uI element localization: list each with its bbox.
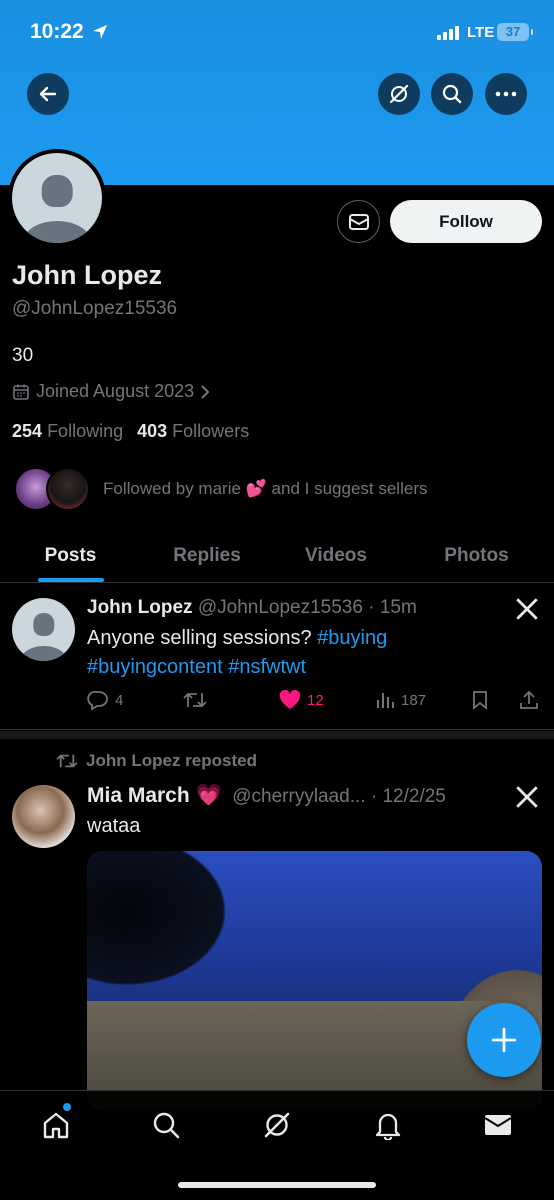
nav-notifications[interactable]	[368, 1105, 408, 1145]
nav-messages[interactable]	[478, 1105, 518, 1145]
joined-text: Joined August 2023	[36, 381, 195, 401]
nav-home[interactable]	[36, 1103, 76, 1145]
grok-button[interactable]	[378, 73, 420, 115]
followed-by-text: Followed by marie 💕 and I suggest seller…	[103, 479, 428, 498]
bell-icon	[375, 1113, 401, 1140]
followers-stat[interactable]: 403 Followers	[137, 421, 249, 442]
post-meta: @cherryylaad... · 12/2/25	[232, 786, 446, 807]
location-arrow-icon	[93, 25, 107, 39]
battery-icon: 37	[497, 23, 533, 41]
post-header: John Lopez @JohnLopez15536 · 15m	[87, 597, 417, 619]
views-icon	[377, 693, 394, 708]
plus-icon	[491, 1027, 517, 1053]
search-icon	[153, 1112, 180, 1139]
compose-button[interactable]	[467, 1003, 541, 1077]
post-text-prefix: Anyone selling sessions?	[87, 627, 312, 649]
following-label: Following	[47, 421, 124, 441]
follow-stats: 254 Following 403 Followers	[12, 421, 249, 442]
profile-bio: 30	[12, 345, 34, 366]
network-label: LTE	[467, 24, 495, 41]
nav-grok[interactable]	[257, 1105, 297, 1145]
x-logo-icon[interactable]	[514, 784, 540, 810]
like-count: 12	[307, 691, 324, 709]
status-time: 10:22	[30, 20, 84, 43]
profile-name: John Lopez	[12, 260, 162, 290]
post-text: wataa	[87, 815, 141, 837]
views-button[interactable]: 187	[375, 690, 426, 710]
post-actions: 4 12 187	[87, 690, 542, 714]
post-meta: @JohnLopez15536 · 15m	[197, 597, 417, 618]
grok-icon	[389, 84, 409, 104]
reply-icon	[87, 690, 108, 710]
tab-replies[interactable]: Replies	[141, 530, 273, 582]
search-button[interactable]	[431, 73, 473, 115]
post-author[interactable]: John Lopez	[87, 597, 193, 618]
post-avatar[interactable]	[12, 785, 75, 848]
post-author[interactable]: Mia March 💗	[87, 784, 222, 807]
view-count: 187	[401, 691, 427, 709]
reply-count: 4	[115, 691, 124, 709]
palm-tree-shape	[87, 851, 287, 1011]
like-button[interactable]: 12	[279, 690, 324, 710]
back-arrow-icon	[39, 86, 57, 102]
more-icon	[495, 91, 517, 97]
follower-avatar	[46, 467, 90, 511]
hashtag-link[interactable]: #nsfwtwt	[228, 656, 306, 678]
tab-photos[interactable]: Photos	[399, 530, 554, 582]
followers-label: Followers	[172, 421, 250, 441]
repost-icon	[56, 754, 78, 768]
more-button[interactable]	[485, 73, 527, 115]
tab-videos[interactable]: Videos	[273, 530, 399, 582]
nav-search[interactable]	[146, 1105, 186, 1145]
post-avatar[interactable]	[12, 598, 75, 661]
repost-button[interactable]	[183, 690, 207, 710]
hashtag-link[interactable]: #buying	[317, 627, 387, 649]
followed-by-row[interactable]: Followed by marie 💕 and I suggest seller…	[14, 467, 427, 511]
message-button[interactable]	[337, 200, 380, 243]
share-icon	[520, 690, 538, 709]
calendar-icon	[13, 384, 29, 400]
signal-icon	[437, 26, 459, 40]
followers-count: 403	[137, 421, 168, 441]
back-button[interactable]	[27, 73, 69, 115]
bookmark-button[interactable]	[471, 690, 489, 710]
bookmark-icon	[473, 691, 487, 710]
notification-dot	[63, 1103, 71, 1111]
profile-tabs: Posts Replies Videos Photos	[0, 530, 554, 583]
follow-button[interactable]: Follow	[390, 200, 542, 243]
repost-icon	[183, 692, 207, 708]
repost-label: John Lopez reposted	[86, 751, 257, 770]
joined-date[interactable]: Joined August 2023	[12, 381, 210, 402]
mail-icon	[348, 213, 369, 230]
profile-avatar[interactable]	[8, 149, 106, 247]
grok-icon	[264, 1112, 290, 1138]
following-count: 254	[12, 421, 43, 441]
chevron-right-icon	[201, 384, 210, 399]
home-icon	[43, 1112, 69, 1139]
tab-posts[interactable]: Posts	[0, 530, 141, 582]
x-logo-icon[interactable]	[514, 596, 540, 622]
reply-button[interactable]: 4	[87, 690, 123, 710]
following-stat[interactable]: 254 Following	[12, 421, 123, 442]
post[interactable]: John Lopez @JohnLopez15536 · 15m Anyone …	[0, 584, 554, 730]
status-bar: 10:22 LTE 37	[0, 0, 554, 62]
repost-indicator: John Lopez reposted	[56, 751, 257, 771]
envelope-icon	[484, 1115, 512, 1135]
profile-handle: @JohnLopez15536	[12, 298, 178, 319]
share-button[interactable]	[519, 690, 539, 710]
home-indicator	[178, 1182, 376, 1188]
post-text: Anyone selling sessions? #buying #buying…	[87, 624, 527, 682]
post-header: Mia March 💗 @cherryylaad... · 12/2/25	[87, 784, 446, 808]
post-media-image[interactable]	[87, 851, 542, 1111]
hashtag-link[interactable]: #buyingcontent	[87, 656, 223, 678]
search-icon	[442, 84, 462, 104]
heart-icon	[279, 690, 301, 709]
